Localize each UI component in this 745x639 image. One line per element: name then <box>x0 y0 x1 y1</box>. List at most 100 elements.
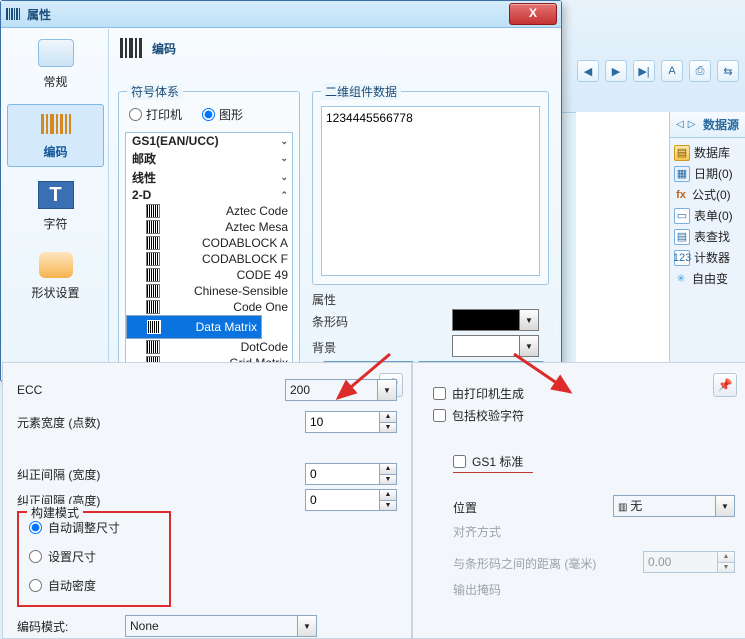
symbology-icon <box>146 300 160 314</box>
symbology-icon <box>146 252 160 266</box>
symbology-icon <box>146 204 160 218</box>
tree-chinese[interactable]: Chinese-Sensible <box>126 283 292 299</box>
text-icon: T <box>38 181 74 209</box>
tree-code49[interactable]: CODE 49 <box>126 267 292 283</box>
data-textarea[interactable] <box>321 106 540 276</box>
font-icon[interactable]: A <box>661 60 683 82</box>
tree-linear[interactable]: 线性⌄ <box>126 168 292 187</box>
chevron-up-icon: ⌃ <box>280 190 288 201</box>
scroll-left-icon[interactable]: ◁ <box>676 119 684 130</box>
spin-down-icon[interactable]: ▼ <box>380 501 396 511</box>
symbology-icon <box>146 236 160 250</box>
form-icon: ▭ <box>674 208 690 224</box>
spin-up-icon: ▲ <box>718 552 734 563</box>
chevron-down-icon: ▼ <box>297 616 316 636</box>
database-icon: ▤ <box>674 145 690 161</box>
ds-form[interactable]: ▭表单(0) <box>674 205 741 226</box>
chk-printer-generated[interactable]: 由打印机生成 <box>433 385 524 402</box>
radio-printer[interactable]: 打印机 <box>129 106 182 123</box>
tree-datamatrix[interactable]: Data Matrix <box>126 315 262 339</box>
tab-encode[interactable]: 编码 <box>7 104 104 167</box>
pin-button[interactable]: 📌 <box>713 373 737 397</box>
chevron-down-icon: ⌄ <box>280 153 288 164</box>
scroll-right-icon[interactable]: ▷ <box>688 119 696 130</box>
chevron-down-icon: ▼ <box>519 310 538 330</box>
row-gap-label: 纠正间隔 (宽度) <box>17 466 100 483</box>
nav-prev-icon[interactable]: ◀ <box>577 60 599 82</box>
spin-down-icon[interactable]: ▼ <box>380 423 396 433</box>
tree-dotcode[interactable]: DotCode <box>126 339 292 355</box>
tree-aztec[interactable]: Aztec Code <box>126 203 292 219</box>
ds-free[interactable]: ✳自由变 <box>674 268 741 289</box>
nav-last-icon[interactable]: ▶| <box>633 60 655 82</box>
spin-down-icon: ▼ <box>718 563 734 573</box>
human-readable-panel: 📌 由打印机生成 包括校验字符 GS1 标准 位置 ▥ 无▼ 对齐方式 与条形码… <box>412 362 745 639</box>
properties-dialog: 属性 X 常规 编码 T 字符 <box>0 0 562 382</box>
symbology-icon <box>146 284 160 298</box>
ds-formula[interactable]: fx公式(0) <box>674 184 741 205</box>
tab-general[interactable]: 常规 <box>3 29 108 100</box>
spin-up-icon[interactable]: ▲ <box>380 464 396 475</box>
tab-shape[interactable]: 形状设置 <box>3 242 108 311</box>
fx-icon: fx <box>674 188 688 202</box>
symbology-group: 符号体系 打印机 图形 GS1(EAN/UCC)⌄ 邮政⌄ 线性⌄ 2-D⌃ A… <box>118 91 300 387</box>
element-width-label: 元素宽度 (点数) <box>17 414 100 431</box>
dialog-title: 属性 <box>27 6 51 23</box>
ecc-label: ECC <box>17 383 42 397</box>
ds-database[interactable]: ▤数据库 <box>674 142 741 163</box>
ribbon-quick-icons: ◀ ▶ ▶| A ⎙ ⇆ <box>577 60 739 82</box>
tree-aztecmesa[interactable]: Aztec Mesa <box>126 219 292 235</box>
ecc-select[interactable]: 200▼ <box>285 379 397 401</box>
freevar-icon: ✳ <box>674 272 688 286</box>
symbology-icon <box>147 320 161 334</box>
encode-mode-label: 编码模式: <box>17 618 68 635</box>
radio-auto-density[interactable]: 自动密度 <box>19 571 169 600</box>
calendar-icon: ▦ <box>674 166 690 182</box>
tab-text[interactable]: T 字符 <box>3 171 108 242</box>
chk-gs1-standard[interactable]: GS1 标准 <box>453 453 533 473</box>
symbology-icon <box>146 220 160 234</box>
build-mode-legend: 构建模式 <box>27 504 83 521</box>
radio-graphic[interactable]: 图形 <box>202 106 243 123</box>
radio-fixed-size[interactable]: 设置尺寸 <box>19 542 169 571</box>
counter-icon: 123 <box>674 250 690 266</box>
col-gap-input[interactable]: ▲▼ <box>305 489 397 511</box>
tree-codablockA[interactable]: CODABLOCK A <box>126 235 292 251</box>
distance-input: ▲▼ <box>643 551 735 573</box>
position-label: 位置 <box>453 499 477 516</box>
align-label: 对齐方式 <box>453 523 501 540</box>
symbology-icon <box>146 340 160 354</box>
encode-mode-select[interactable]: None▼ <box>125 615 317 637</box>
swap-icon[interactable]: ⇆ <box>717 60 739 82</box>
element-width-input[interactable]: ▲▼ <box>305 411 397 433</box>
datasource-title: 数据源 <box>703 116 739 133</box>
close-button[interactable]: X <box>509 3 557 25</box>
ds-serial[interactable]: 123计数器 <box>674 247 741 268</box>
barcode-icon <box>118 35 144 61</box>
encode-heading: 编码 <box>152 40 176 57</box>
ds-date[interactable]: ▦日期(0) <box>674 163 741 184</box>
ds-lookup[interactable]: ▤表查找 <box>674 226 741 247</box>
row-gap-input[interactable]: ▲▼ <box>305 463 397 485</box>
print-icon[interactable]: ⎙ <box>689 60 711 82</box>
spin-down-icon[interactable]: ▼ <box>380 475 396 485</box>
spin-up-icon[interactable]: ▲ <box>380 412 396 423</box>
table-lookup-icon: ▤ <box>674 229 690 245</box>
chevron-down-icon: ▼ <box>715 496 734 516</box>
tree-gs1[interactable]: GS1(EAN/UCC)⌄ <box>126 133 292 149</box>
barcode-color-label: 条形码 <box>312 313 348 330</box>
spin-up-icon[interactable]: ▲ <box>380 490 396 501</box>
tree-codablockF[interactable]: CODABLOCK F <box>126 251 292 267</box>
position-select[interactable]: ▥ 无▼ <box>613 495 735 517</box>
barcode-color-combo[interactable]: ▼ <box>452 309 539 331</box>
chevron-down-icon: ⌄ <box>280 136 288 147</box>
symbology-tree[interactable]: GS1(EAN/UCC)⌄ 邮政⌄ 线性⌄ 2-D⌃ Aztec Code Az… <box>125 132 293 380</box>
background-color-combo[interactable]: ▼ <box>452 335 539 357</box>
distance-label: 与条形码之间的距离 (毫米) <box>453 555 596 572</box>
chk-include-check[interactable]: 包括校验字符 <box>433 407 524 424</box>
tree-2d[interactable]: 2-D⌃ <box>126 187 292 203</box>
nav-next-icon[interactable]: ▶ <box>605 60 627 82</box>
tree-postal[interactable]: 邮政⌄ <box>126 149 292 168</box>
tree-codeone[interactable]: Code One <box>126 299 292 315</box>
build-mode-group: 构建模式 自动调整尺寸 设置尺寸 自动密度 <box>17 511 171 607</box>
